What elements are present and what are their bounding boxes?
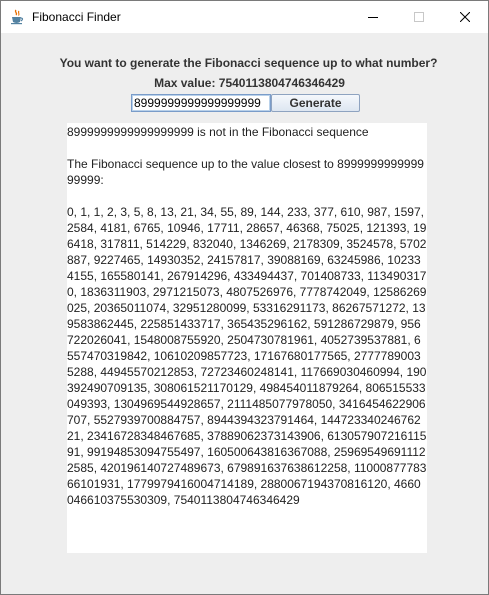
java-cup-icon — [9, 9, 25, 25]
close-icon — [460, 12, 470, 22]
output-area[interactable]: 8999999999999999999 is not in the Fibona… — [67, 123, 427, 553]
close-button[interactable] — [442, 1, 488, 33]
app-window: Fibonacci Finder You want to generate th… — [0, 0, 489, 595]
output-text: 8999999999999999999 is not in the Fibona… — [67, 125, 427, 507]
content-pane: You want to generate the Fibonacci seque… — [1, 33, 488, 594]
minimize-icon — [368, 17, 378, 18]
number-input[interactable] — [131, 94, 271, 112]
generate-button[interactable]: Generate — [271, 94, 360, 112]
window-title: Fibonacci Finder — [32, 10, 121, 24]
maximize-button[interactable] — [396, 1, 442, 33]
maximize-icon — [414, 12, 424, 22]
minimize-button[interactable] — [350, 1, 396, 33]
title-bar[interactable]: Fibonacci Finder — [1, 1, 488, 33]
prompt-label: You want to generate the Fibonacci seque… — [59, 56, 438, 70]
max-value-label: Max value: 7540113804746346429 — [154, 76, 345, 90]
